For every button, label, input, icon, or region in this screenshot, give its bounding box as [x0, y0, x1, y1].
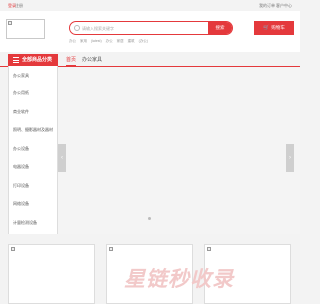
hot-word[interactable]: (latest)	[91, 39, 102, 43]
search-icon	[74, 25, 80, 31]
hot-word[interactable]: 建筑	[128, 39, 135, 43]
cart-label: 购物车	[271, 25, 285, 30]
cart-icon: 🛒	[263, 25, 270, 31]
product-card[interactable]	[8, 244, 95, 304]
sidebar-item-measurement-equipment[interactable]: 计量检测设备	[13, 220, 37, 226]
broken-image-icon	[109, 247, 113, 251]
tab-office-furniture[interactable]: 办公家具	[82, 54, 102, 66]
hot-word[interactable]: (办公)	[139, 39, 148, 43]
broken-image-icon	[8, 21, 12, 25]
site-logo[interactable]	[6, 19, 45, 39]
top-bar: 登录 注册 我的订单 客户中心	[0, 0, 300, 11]
carousel-next-button[interactable]: ›	[286, 144, 294, 172]
sidebar-item-electrical-equipment[interactable]: 电器设备	[13, 164, 29, 170]
hot-word[interactable]: 办公	[69, 39, 76, 43]
category-sidebar: 办公家具 办公用纸 商业软件 照明、摄影器材及器材 办公设备 电器设备 打印设备…	[8, 66, 58, 234]
tab-home[interactable]: 首页	[66, 54, 77, 66]
main-nav: 首页 办公家具	[60, 54, 300, 66]
sidebar-item-office-paper[interactable]: 办公用纸	[13, 90, 29, 96]
sidebar-item-office-furniture[interactable]: 办公家具	[13, 73, 29, 79]
chevron-left-icon: ‹	[61, 155, 63, 161]
sidebar-item-office-equipment[interactable]: 办公设备	[13, 146, 29, 152]
search-input[interactable]	[82, 22, 210, 34]
chevron-right-icon: ›	[289, 155, 291, 161]
banner-carousel[interactable]: ‹ ›	[58, 67, 300, 234]
hot-word[interactable]: 家用	[80, 39, 87, 43]
header: 搜索 办公 家用 (latest) 办公 家居 建筑 (办公) 🛒购物车	[0, 11, 300, 52]
hot-word[interactable]: 家居	[117, 39, 124, 43]
sidebar-item-printing-equipment[interactable]: 打印设备	[13, 183, 29, 189]
customer-service-link[interactable]: 客户中心	[276, 0, 292, 11]
broken-image-icon	[207, 247, 211, 251]
search-box: 搜索	[69, 21, 233, 35]
search-button[interactable]: 搜索	[208, 22, 232, 34]
all-categories-header[interactable]: 全部商品分类	[8, 54, 58, 66]
hot-search-words: 办公 家用 (latest) 办公 家居 建筑 (办公)	[69, 39, 151, 44]
sidebar-item-business-software[interactable]: 商业软件	[13, 109, 29, 115]
carousel-prev-button[interactable]: ‹	[58, 144, 66, 172]
watermark-text: 星链秒收录	[124, 267, 234, 291]
sidebar-item-network-equipment[interactable]: 网络设备	[13, 201, 29, 207]
cart-button[interactable]: 🛒 购物车	[254, 21, 294, 35]
register-link[interactable]: 注册	[15, 0, 23, 11]
carousel-indicator-dot[interactable]	[148, 217, 151, 220]
menu-icon	[13, 57, 19, 63]
hot-word[interactable]: 办公	[106, 39, 113, 43]
sidebar-item-lighting-photography[interactable]: 照明、摄影器材及器材	[13, 127, 53, 133]
broken-image-icon	[11, 247, 15, 251]
all-categories-title: 全部商品分类	[22, 57, 53, 63]
my-orders-link[interactable]: 我的订单	[259, 0, 275, 11]
